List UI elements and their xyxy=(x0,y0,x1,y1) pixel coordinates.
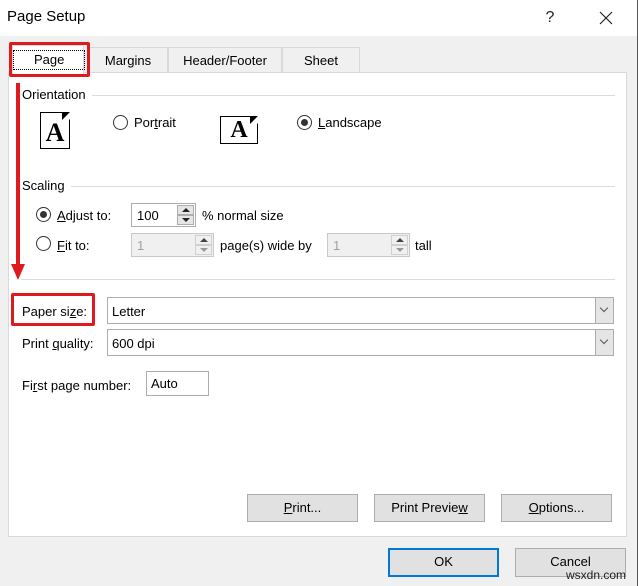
close-button[interactable] xyxy=(592,6,620,30)
pages-wide-label: page(s) wide by xyxy=(220,238,312,253)
paper-size-label: Paper size: xyxy=(22,304,88,319)
title-bar: Page Setup ? xyxy=(0,0,637,36)
landscape-page-icon: A xyxy=(220,116,258,144)
tab-margins-label: Margins xyxy=(104,53,152,68)
print-preview-button[interactable]: Print Preview xyxy=(374,494,485,522)
print-quality-label: Print quality: xyxy=(22,336,94,351)
watermark: wsxdn.com xyxy=(566,568,627,582)
paper-divider xyxy=(21,279,615,280)
fit-to-label[interactable]: Fit to: xyxy=(57,238,90,253)
tab-header-footer-label: Header/Footer xyxy=(183,53,267,68)
paper-size-select[interactable]: Letter xyxy=(107,297,614,324)
scaling-group-label: Scaling xyxy=(22,178,71,193)
fit-tall-value[interactable]: 1 xyxy=(333,238,340,253)
portrait-radio[interactable] xyxy=(113,115,128,130)
fit-wide-value[interactable]: 1 xyxy=(137,238,144,253)
print-quality-value: 600 dpi xyxy=(112,336,155,351)
page-tab-panel: Orientation A Portrait A Landscape Scali… xyxy=(8,72,627,537)
landscape-radio[interactable] xyxy=(297,115,312,130)
tall-label: tall xyxy=(415,238,432,253)
tab-page-label: Page xyxy=(13,50,86,70)
portrait-page-icon: A xyxy=(40,112,70,149)
ok-button[interactable]: OK xyxy=(388,548,499,577)
page-setup-dialog: Page Setup ? Page Margins Header/Footer … xyxy=(0,0,638,586)
orientation-divider xyxy=(89,95,615,96)
fit-wide-down-arrow-icon[interactable] xyxy=(195,245,212,255)
fit-wide-up-arrow-icon[interactable] xyxy=(195,235,212,245)
adjust-to-radio[interactable] xyxy=(36,207,51,222)
close-icon xyxy=(599,11,613,25)
first-page-number-input[interactable]: Auto xyxy=(146,371,209,396)
dialog-title: Page Setup xyxy=(7,8,86,25)
tab-sheet-label: Sheet xyxy=(304,53,338,68)
paper-size-value: Letter xyxy=(112,304,146,319)
fit-wide-spinner[interactable]: 1 xyxy=(131,233,214,257)
adjust-to-label[interactable]: Adjust to: xyxy=(57,208,111,223)
adjust-to-spinner[interactable]: 100 xyxy=(131,203,196,227)
landscape-label[interactable]: Landscape xyxy=(318,115,382,130)
scaling-divider xyxy=(69,186,615,187)
orientation-group-label: Orientation xyxy=(22,87,92,102)
print-quality-select[interactable]: 600 dpi xyxy=(107,329,614,356)
fit-tall-down-arrow-icon[interactable] xyxy=(391,245,408,255)
tab-header-footer[interactable]: Header/Footer xyxy=(168,47,282,73)
annotation-arrow-line xyxy=(16,83,20,265)
adjust-to-up-arrow-icon[interactable] xyxy=(177,205,194,215)
portrait-label[interactable]: Portrait xyxy=(134,115,176,130)
fit-tall-up-arrow-icon[interactable] xyxy=(391,235,408,245)
fit-to-radio[interactable] xyxy=(36,236,51,251)
normal-size-label: % normal size xyxy=(202,208,284,223)
adjust-to-down-arrow-icon[interactable] xyxy=(177,215,194,225)
options-button[interactable]: Options... xyxy=(501,494,612,522)
help-button[interactable]: ? xyxy=(538,6,562,30)
print-quality-chevron-down-icon[interactable] xyxy=(595,330,613,355)
adjust-to-value[interactable]: 100 xyxy=(137,208,159,223)
tab-page[interactable]: Page xyxy=(12,45,86,74)
tab-margins[interactable]: Margins xyxy=(88,47,168,73)
tab-sheet[interactable]: Sheet xyxy=(282,47,360,73)
print-button[interactable]: Print... xyxy=(247,494,358,522)
annotation-arrow-head-icon xyxy=(11,264,25,280)
first-page-number-value[interactable]: Auto xyxy=(151,376,178,391)
paper-size-chevron-down-icon[interactable] xyxy=(595,298,613,323)
first-page-number-label: First page number: xyxy=(22,378,132,393)
fit-tall-spinner[interactable]: 1 xyxy=(327,233,410,257)
